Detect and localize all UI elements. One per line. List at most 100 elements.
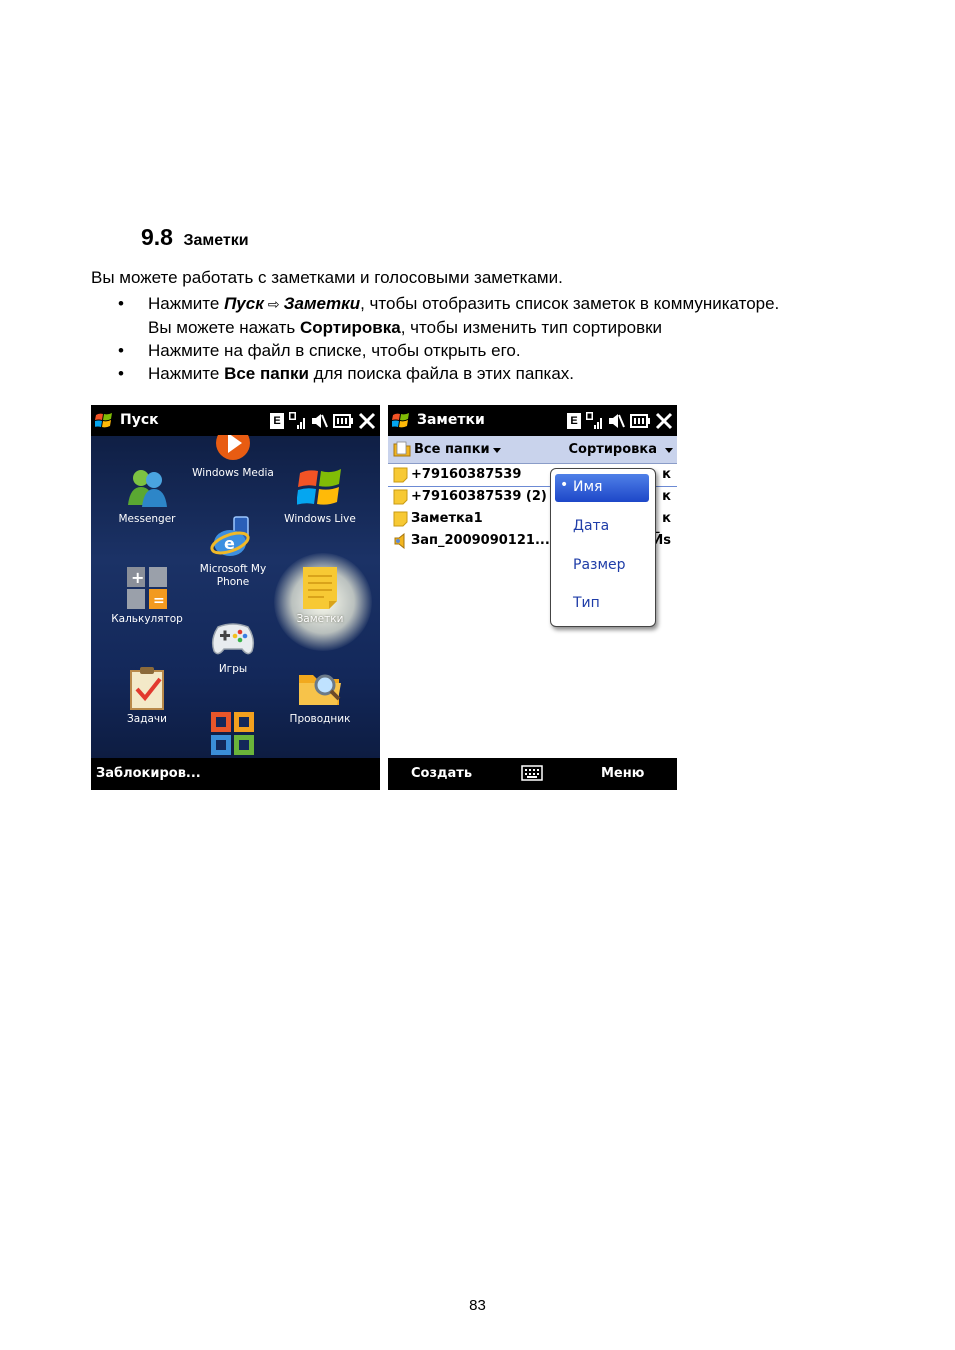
app-my-phone[interactable]: e Microsoft My Phone — [187, 515, 279, 589]
screen-title: Пуск — [120, 412, 159, 428]
sort-menu: Имя Дата Размер Тип — [550, 468, 656, 627]
section-heading: 9.8 Заметки — [141, 224, 249, 251]
windows-start-icon[interactable] — [95, 412, 113, 429]
battery-icon[interactable] — [630, 414, 650, 428]
keyboard-icon[interactable] — [521, 765, 543, 781]
folder-bar: Все папки Сортировка — [388, 436, 677, 464]
note-file-icon — [393, 467, 408, 483]
note-file-icon — [393, 489, 408, 505]
note-file-icon — [393, 511, 408, 527]
voice-note-icon — [394, 533, 405, 549]
sort-menu-item-date[interactable]: Дата — [555, 513, 649, 541]
explorer-icon — [297, 665, 343, 711]
close-icon[interactable] — [358, 412, 376, 430]
signal-icon[interactable] — [289, 412, 305, 430]
status-bar: Заметки E — [388, 405, 677, 436]
bullet-item-1: Нажмите Пуск⇨Заметки, чтобы отобразить с… — [91, 292, 911, 339]
softkey-lock[interactable]: Заблокиров... — [96, 766, 201, 781]
intro-text: Вы можете работать с заметками и голосов… — [91, 268, 563, 287]
page-number: 83 — [469, 1297, 486, 1314]
softkey-menu[interactable]: Меню — [601, 766, 644, 781]
app-label: Задачи — [127, 713, 167, 725]
bullet-bold-sort: Сортировка — [299, 318, 401, 337]
sort-dropdown[interactable]: Сортировка — [569, 442, 657, 457]
app-label: Messenger — [118, 513, 176, 525]
folder-icon — [393, 441, 411, 457]
svg-text:=: = — [153, 593, 165, 609]
note-size: к — [662, 511, 671, 526]
all-folders-dropdown[interactable]: Все папки — [414, 442, 490, 457]
sort-menu-item-type[interactable]: Тип — [555, 590, 649, 618]
app-label: Windows Media — [192, 467, 274, 479]
bullet-text: , чтобы отобразить список заметок в комм… — [360, 294, 780, 313]
sort-menu-item-name[interactable]: Имя — [555, 474, 649, 502]
menu-item-label: Размер — [573, 557, 626, 573]
svg-text:+: + — [131, 568, 144, 587]
bullet-text: Вы можете нажать — [148, 318, 300, 337]
app-label: Проводник — [289, 713, 351, 725]
app-notes[interactable]: Заметки — [274, 565, 366, 626]
chevron-down-icon — [493, 448, 501, 453]
edge-network-icon: E — [270, 413, 284, 429]
office-icon — [210, 711, 256, 757]
menu-item-label: Имя — [573, 479, 603, 495]
calculator-icon: + = — [124, 565, 170, 611]
app-games[interactable]: Игры — [187, 615, 279, 676]
app-label: Windows Live — [284, 513, 356, 525]
chevron-down-icon — [665, 448, 673, 453]
note-name: +79160387539 — [411, 467, 522, 482]
app-label: Игры — [218, 663, 248, 675]
softkey-create[interactable]: Создать — [411, 766, 472, 781]
app-label: Microsoft My Phone — [199, 563, 267, 588]
note-size: к — [662, 467, 671, 482]
bullet-text: Нажмите — [148, 364, 225, 383]
note-size: к — [662, 489, 671, 504]
signal-icon[interactable] — [586, 412, 602, 430]
screen-title: Заметки — [417, 412, 485, 428]
bullet-text: для поиска файла в этих папках. — [308, 364, 575, 383]
my-phone-icon: e — [210, 515, 256, 561]
softkey-bar: Создать Меню — [388, 758, 677, 790]
note-name: Зап_2009090121... — [411, 533, 550, 548]
notes-screen-screenshot: Заметки E Все папки Сортировка +79160387… — [388, 405, 677, 790]
bullet-item-3: Нажмите Все папки для поиска файла в эти… — [91, 362, 911, 385]
windows-media-icon — [210, 426, 256, 465]
bullet-bold-start: Пуск — [224, 294, 264, 313]
messenger-icon — [124, 465, 170, 511]
sort-menu-item-size[interactable]: Размер — [555, 552, 649, 580]
instruction-list: Нажмите Пуск⇨Заметки, чтобы отобразить с… — [91, 292, 911, 385]
edge-network-icon: E — [567, 413, 581, 429]
battery-icon[interactable] — [333, 414, 353, 428]
status-bar: Пуск E — [91, 405, 380, 436]
close-icon[interactable] — [655, 412, 673, 430]
status-icons: E — [567, 411, 673, 431]
notes-icon — [297, 565, 343, 611]
app-windows-media[interactable]: Windows Media — [187, 426, 279, 480]
app-calculator[interactable]: + = Калькулятор — [101, 565, 193, 626]
menu-item-label: Тип — [573, 595, 600, 611]
bullet-item-2: Нажмите на файл в списке, чтобы открыть … — [91, 339, 911, 362]
volume-muted-icon[interactable] — [607, 412, 625, 430]
app-windows-live[interactable]: Windows Live — [274, 465, 366, 526]
app-tasks[interactable]: Задачи — [101, 665, 193, 726]
status-icons: E — [270, 411, 376, 431]
arrow-right-icon: ⇨ — [267, 296, 280, 312]
windows-live-icon — [296, 465, 343, 511]
softkey-bar: Заблокиров... — [91, 758, 380, 790]
app-messenger[interactable]: Messenger — [101, 465, 193, 526]
app-office[interactable] — [187, 711, 279, 759]
app-explorer[interactable]: Проводник — [274, 665, 366, 726]
menu-item-label: Дата — [573, 518, 610, 534]
windows-start-icon[interactable] — [392, 412, 410, 429]
bullet-bold-all-folders: Все папки — [224, 364, 309, 383]
app-label: Заметки — [296, 613, 344, 625]
bullet-text: Нажмите — [148, 294, 225, 313]
app-label: Калькулятор — [111, 613, 183, 625]
svg-text:e: e — [224, 534, 235, 553]
gamepad-icon — [210, 615, 256, 661]
bullet-text: , чтобы изменить тип сортировки — [400, 318, 663, 337]
note-name: Заметка1 — [411, 511, 483, 526]
bullet-bold-notes: Заметки — [283, 294, 361, 313]
start-screen-screenshot: Пуск E Windows Media Messenger Windows L… — [91, 405, 380, 790]
volume-muted-icon[interactable] — [310, 412, 328, 430]
